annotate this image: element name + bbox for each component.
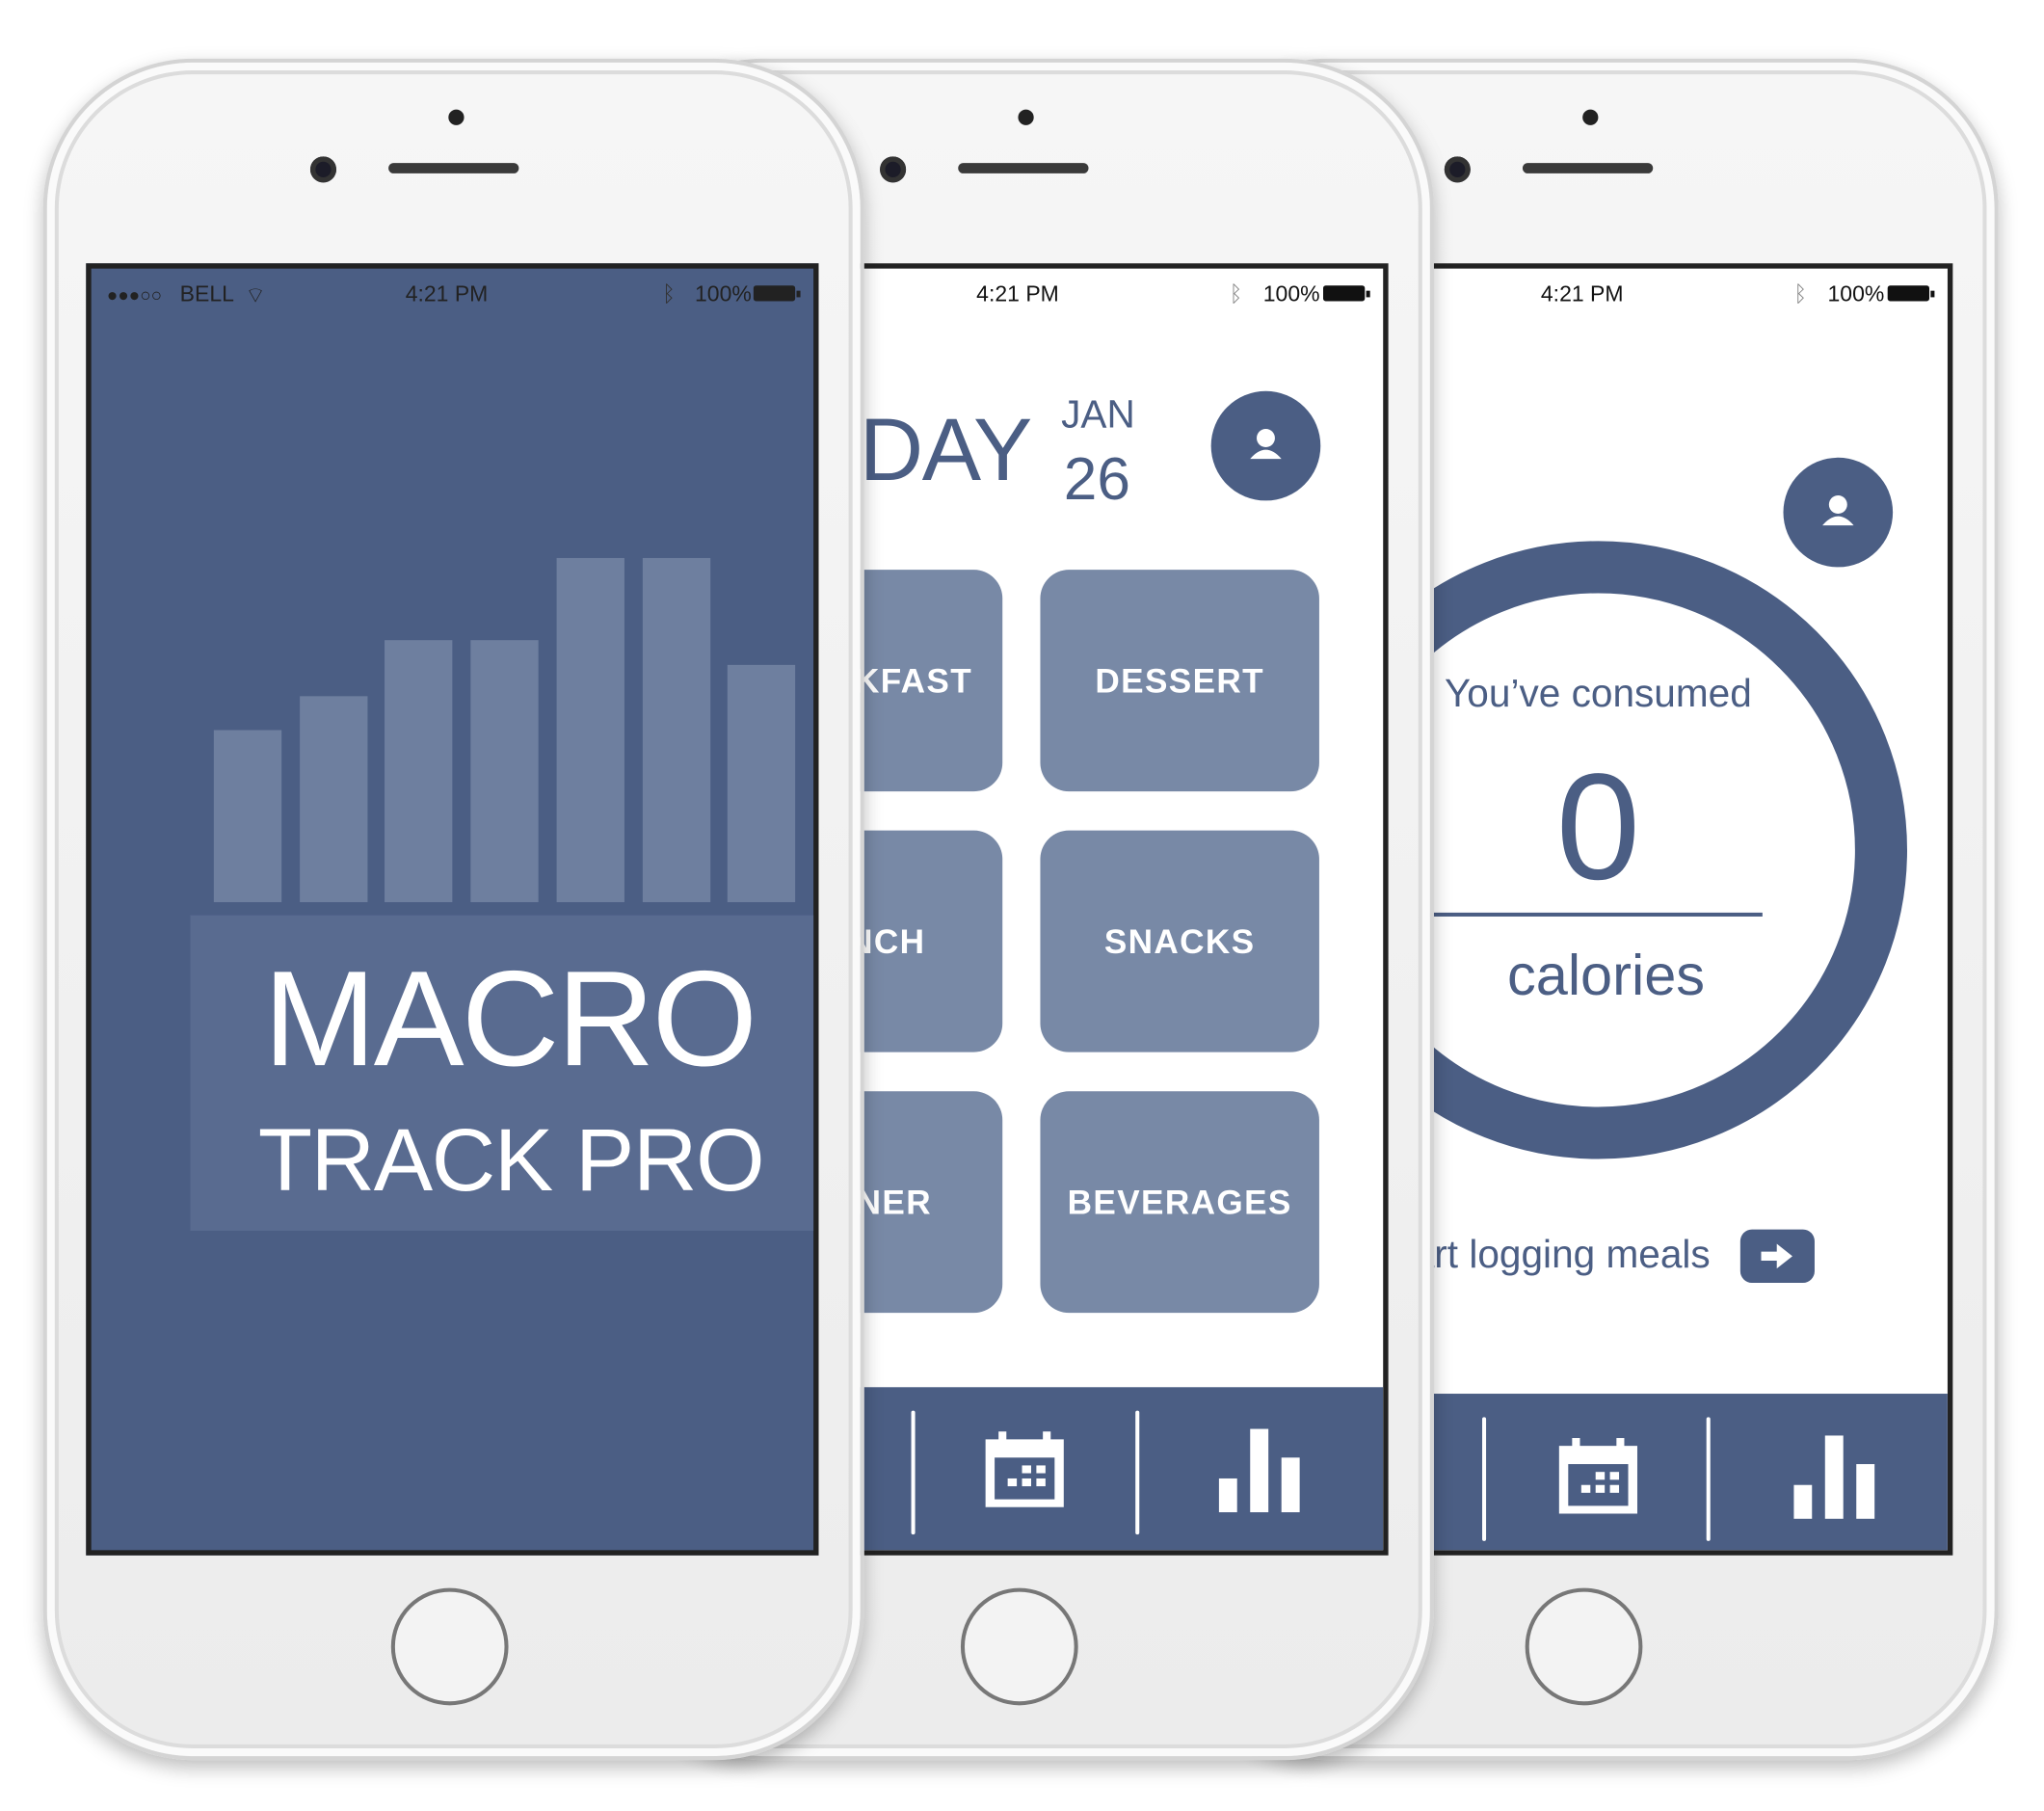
start-logging-button[interactable]	[1739, 1229, 1815, 1284]
meal-dessert-button[interactable]: DESSERT	[1040, 570, 1319, 792]
sensor-dot	[1582, 109, 1599, 125]
date-day: 26	[1063, 444, 1131, 513]
battery-percent: 100%	[1827, 281, 1885, 306]
app-title: MACRO	[263, 944, 757, 1096]
battery-percent: 100%	[694, 281, 752, 306]
home-button[interactable]	[390, 1587, 509, 1706]
status-time: 4:21 PM	[1540, 281, 1624, 306]
calendar-icon[interactable]	[1556, 1435, 1640, 1519]
front-camera	[309, 156, 336, 183]
profile-avatar-button[interactable]	[1210, 390, 1321, 501]
logo-bar	[213, 730, 282, 903]
earpiece-speaker	[1522, 163, 1654, 173]
calendar-icon[interactable]	[983, 1429, 1067, 1513]
battery-icon	[753, 285, 796, 302]
signal-strength: ●●●○○	[106, 283, 163, 306]
battery-icon	[1322, 285, 1366, 302]
user-icon	[1250, 429, 1282, 460]
status-time: 4:21 PM	[976, 281, 1059, 306]
logo-bar	[728, 664, 796, 903]
battery-percent: 100%	[1262, 281, 1320, 306]
wifi-icon: ⌔	[245, 282, 266, 308]
status-bar: ●●●○○ BELL ⌔ 4:21 PM ᛒ 100%	[92, 269, 813, 321]
home-button[interactable]	[1525, 1587, 1643, 1706]
phone-splash: ●●●○○ BELL ⌔ 4:21 PM ᛒ 100% MACRO TRACK …	[42, 58, 864, 1761]
logo-bar-chart	[213, 555, 813, 903]
bluetooth-icon: ᛒ	[1793, 281, 1808, 306]
tab-divider	[1482, 1417, 1487, 1541]
sensor-dot	[1018, 109, 1034, 125]
sensor-dot	[448, 109, 465, 125]
logo-bar	[385, 640, 453, 903]
logo-bar	[470, 640, 539, 903]
bluetooth-icon: ᛒ	[662, 281, 676, 306]
bar-chart-icon[interactable]	[1218, 1428, 1303, 1513]
status-time: 4:21 PM	[405, 281, 489, 306]
logo-bar	[642, 557, 710, 903]
tab-divider	[911, 1410, 916, 1535]
bar-chart-icon[interactable]	[1793, 1435, 1877, 1519]
bluetooth-icon: ᛒ	[1229, 281, 1243, 306]
logo-panel: MACRO TRACK PRO	[190, 915, 814, 1231]
splash-screen: ●●●○○ BELL ⌔ 4:21 PM ᛒ 100% MACRO TRACK …	[86, 263, 819, 1556]
front-camera	[1444, 156, 1471, 183]
earpiece-speaker	[388, 163, 519, 173]
carrier: BELL	[179, 281, 234, 306]
logo-bar	[299, 695, 368, 903]
meal-snacks-button[interactable]: SNACKS	[1040, 830, 1319, 1052]
meal-beverages-button[interactable]: BEVERAGES	[1040, 1091, 1319, 1314]
logo-bar	[556, 557, 624, 903]
battery-icon	[1887, 285, 1929, 302]
app-subtitle: TRACK PRO	[257, 1110, 765, 1211]
front-camera	[880, 156, 907, 183]
earpiece-speaker	[958, 163, 1089, 173]
tab-divider	[1706, 1417, 1711, 1541]
profile-avatar-button[interactable]	[1783, 457, 1894, 568]
arrow-right-icon	[1761, 1243, 1792, 1269]
date-month: JAN	[1061, 393, 1135, 438]
home-button[interactable]	[960, 1587, 1078, 1706]
user-icon	[1822, 495, 1854, 526]
tab-divider	[1135, 1410, 1140, 1535]
